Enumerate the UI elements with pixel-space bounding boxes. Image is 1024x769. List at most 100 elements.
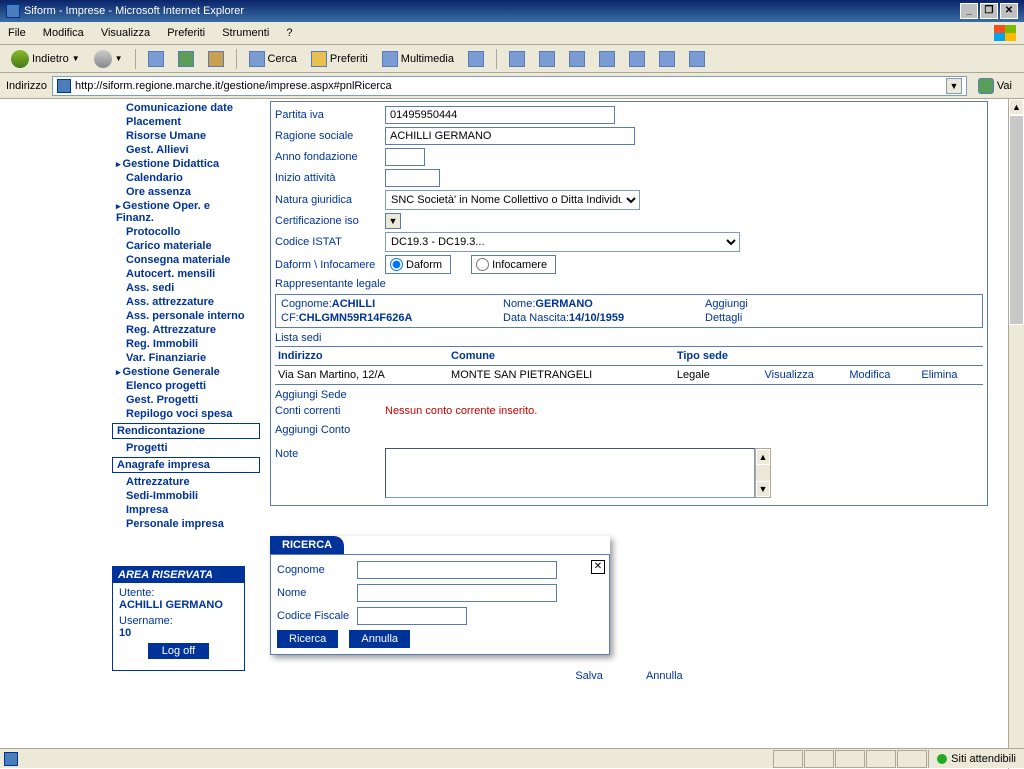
address-input[interactable]: [75, 80, 946, 92]
nav-anagrafe-impresa[interactable]: Anagrafe impresa: [112, 457, 260, 473]
status-cell: [773, 750, 803, 768]
page-scrollbar[interactable]: ▲ ▼: [1008, 99, 1024, 769]
daform-label: Daform \ Infocamere: [275, 259, 385, 271]
ricerca-cognome-input[interactable]: [357, 561, 557, 579]
status-zone[interactable]: Siti attendibili: [928, 750, 1024, 768]
infocamere-radio[interactable]: [476, 258, 489, 271]
nav-item[interactable]: Impresa: [112, 503, 260, 517]
nav-item[interactable]: Consegna materiale: [112, 253, 260, 267]
note-scrollbar[interactable]: ▲▼: [755, 448, 771, 498]
status-ie-icon: [4, 752, 18, 766]
print-button[interactable]: [534, 48, 560, 70]
menu-help[interactable]: ?: [286, 27, 292, 39]
scroll-thumb[interactable]: [1009, 115, 1024, 325]
ragione-sociale-input[interactable]: [385, 127, 635, 145]
ricerca-cf-input[interactable]: [357, 607, 467, 625]
back-button[interactable]: Indietro ▼: [6, 47, 85, 71]
nav-rendicontazione[interactable]: Rendicontazione: [112, 423, 260, 439]
footer-salva[interactable]: Salva: [575, 670, 603, 682]
extra2-button[interactable]: [684, 48, 710, 70]
ricerca-cf-label: Codice Fiscale: [277, 610, 357, 622]
nav-item[interactable]: Elenco progetti: [112, 379, 260, 393]
nav-item[interactable]: Sedi-Immobili: [112, 489, 260, 503]
menu-strumenti[interactable]: Strumenti: [222, 27, 269, 39]
favorites-button[interactable]: Preferiti: [306, 48, 373, 70]
nav-item[interactable]: Repilogo voci spesa: [112, 407, 260, 421]
trusted-icon: [937, 754, 947, 764]
stop-button[interactable]: [143, 48, 169, 70]
back-icon: [11, 50, 29, 68]
forward-button[interactable]: ▼: [89, 47, 128, 71]
nav-item[interactable]: Reg. Attrezzature: [112, 323, 260, 337]
nav-item[interactable]: Placement: [112, 115, 260, 129]
nav-item[interactable]: Attrezzature: [112, 475, 260, 489]
discuss-button[interactable]: [594, 48, 620, 70]
nav-item[interactable]: Var. Finanziarie: [112, 351, 260, 365]
sede-visualizza[interactable]: Visualizza: [762, 366, 847, 385]
media-button[interactable]: Multimedia: [377, 48, 459, 70]
nav-item[interactable]: Carico materiale: [112, 239, 260, 253]
aggiungi-sede[interactable]: Aggiungi Sede: [275, 389, 347, 401]
note-textarea[interactable]: [385, 448, 755, 498]
rappresentante-dettagli[interactable]: Dettagli: [705, 312, 765, 324]
nav-item[interactable]: Personale impresa: [112, 517, 260, 531]
nav-gestione-oper[interactable]: Gestione Oper. e Finanz.: [112, 199, 232, 225]
edit-button[interactable]: [564, 48, 590, 70]
rappresentante-aggiungi[interactable]: Aggiungi: [705, 298, 765, 310]
ricerca-button[interactable]: Ricerca: [277, 630, 338, 648]
nav-item[interactable]: Ass. attrezzature: [112, 295, 260, 309]
logoff-button[interactable]: Log off: [148, 643, 209, 659]
sedi-row: Via San Martino, 12/A MONTE SAN PIETRANG…: [275, 366, 983, 385]
nav-item[interactable]: Risorse Umane: [112, 129, 260, 143]
refresh-button[interactable]: [173, 48, 199, 70]
natura-giuridica-select[interactable]: SNC Società' in Nome Collettivo o Ditta …: [385, 190, 640, 210]
nav-item[interactable]: Gest. Allievi: [112, 143, 260, 157]
daform-radio[interactable]: [390, 258, 403, 271]
anno-fondazione-input[interactable]: [385, 148, 425, 166]
nav-item[interactable]: Ass. personale interno: [112, 309, 260, 323]
messenger-icon: [629, 51, 645, 67]
nav-item[interactable]: Reg. Immobili: [112, 337, 260, 351]
partita-iva-input[interactable]: [385, 106, 615, 124]
nav-gestione-didattica[interactable]: Gestione Didattica: [112, 157, 260, 171]
scroll-up-icon[interactable]: ▲: [1009, 99, 1024, 115]
nav-item[interactable]: Comunicazione date: [112, 101, 260, 115]
ricerca-nome-input[interactable]: [357, 584, 557, 602]
nav-item[interactable]: Gest. Progetti: [112, 393, 260, 407]
inizio-attivita-input[interactable]: [385, 169, 440, 187]
restore-button[interactable]: ❐: [980, 3, 998, 19]
close-button[interactable]: ✕: [1000, 3, 1018, 19]
nav-gestione-generale[interactable]: Gestione Generale: [112, 365, 260, 379]
nav-item[interactable]: Calendario: [112, 171, 260, 185]
search-button[interactable]: Cerca: [244, 48, 302, 70]
menu-preferiti[interactable]: Preferiti: [167, 27, 205, 39]
print-icon: [539, 51, 555, 67]
main-form: Partita iva Ragione sociale Anno fondazi…: [260, 99, 1008, 769]
ricerca-annulla-button[interactable]: Annulla: [349, 630, 410, 648]
status-cell: [897, 750, 927, 768]
menu-modifica[interactable]: Modifica: [43, 27, 84, 39]
history-button[interactable]: [463, 48, 489, 70]
menu-visualizza[interactable]: Visualizza: [101, 27, 150, 39]
sede-elimina[interactable]: Elimina: [918, 366, 983, 385]
nav-item[interactable]: Autocert. mensili: [112, 267, 260, 281]
extra1-button[interactable]: [654, 48, 680, 70]
footer-annulla[interactable]: Annulla: [646, 670, 683, 682]
nav-item[interactable]: Protocollo: [112, 225, 260, 239]
home-button[interactable]: [203, 48, 229, 70]
nav-item[interactable]: Progetti: [112, 441, 260, 455]
codice-istat-select[interactable]: DC19.3 - DC19.3...: [385, 232, 740, 252]
certificazione-iso-dropdown[interactable]: ▼: [385, 213, 401, 229]
minimize-button[interactable]: _: [960, 3, 978, 19]
address-dropdown-icon[interactable]: ▼: [946, 78, 962, 94]
rappresentante-box: Cognome:ACHILLI Nome:GERMANO Aggiungi CF…: [275, 294, 983, 328]
menu-file[interactable]: File: [8, 27, 26, 39]
ricerca-close-icon[interactable]: ✕: [591, 560, 605, 574]
mail-button[interactable]: [504, 48, 530, 70]
sede-modifica[interactable]: Modifica: [846, 366, 918, 385]
aggiungi-conto[interactable]: Aggiungi Conto: [275, 424, 350, 436]
go-button[interactable]: Vai: [972, 76, 1018, 96]
nav-item[interactable]: Ass. sedi: [112, 281, 260, 295]
messenger-button[interactable]: [624, 48, 650, 70]
nav-item[interactable]: Ore assenza: [112, 185, 260, 199]
